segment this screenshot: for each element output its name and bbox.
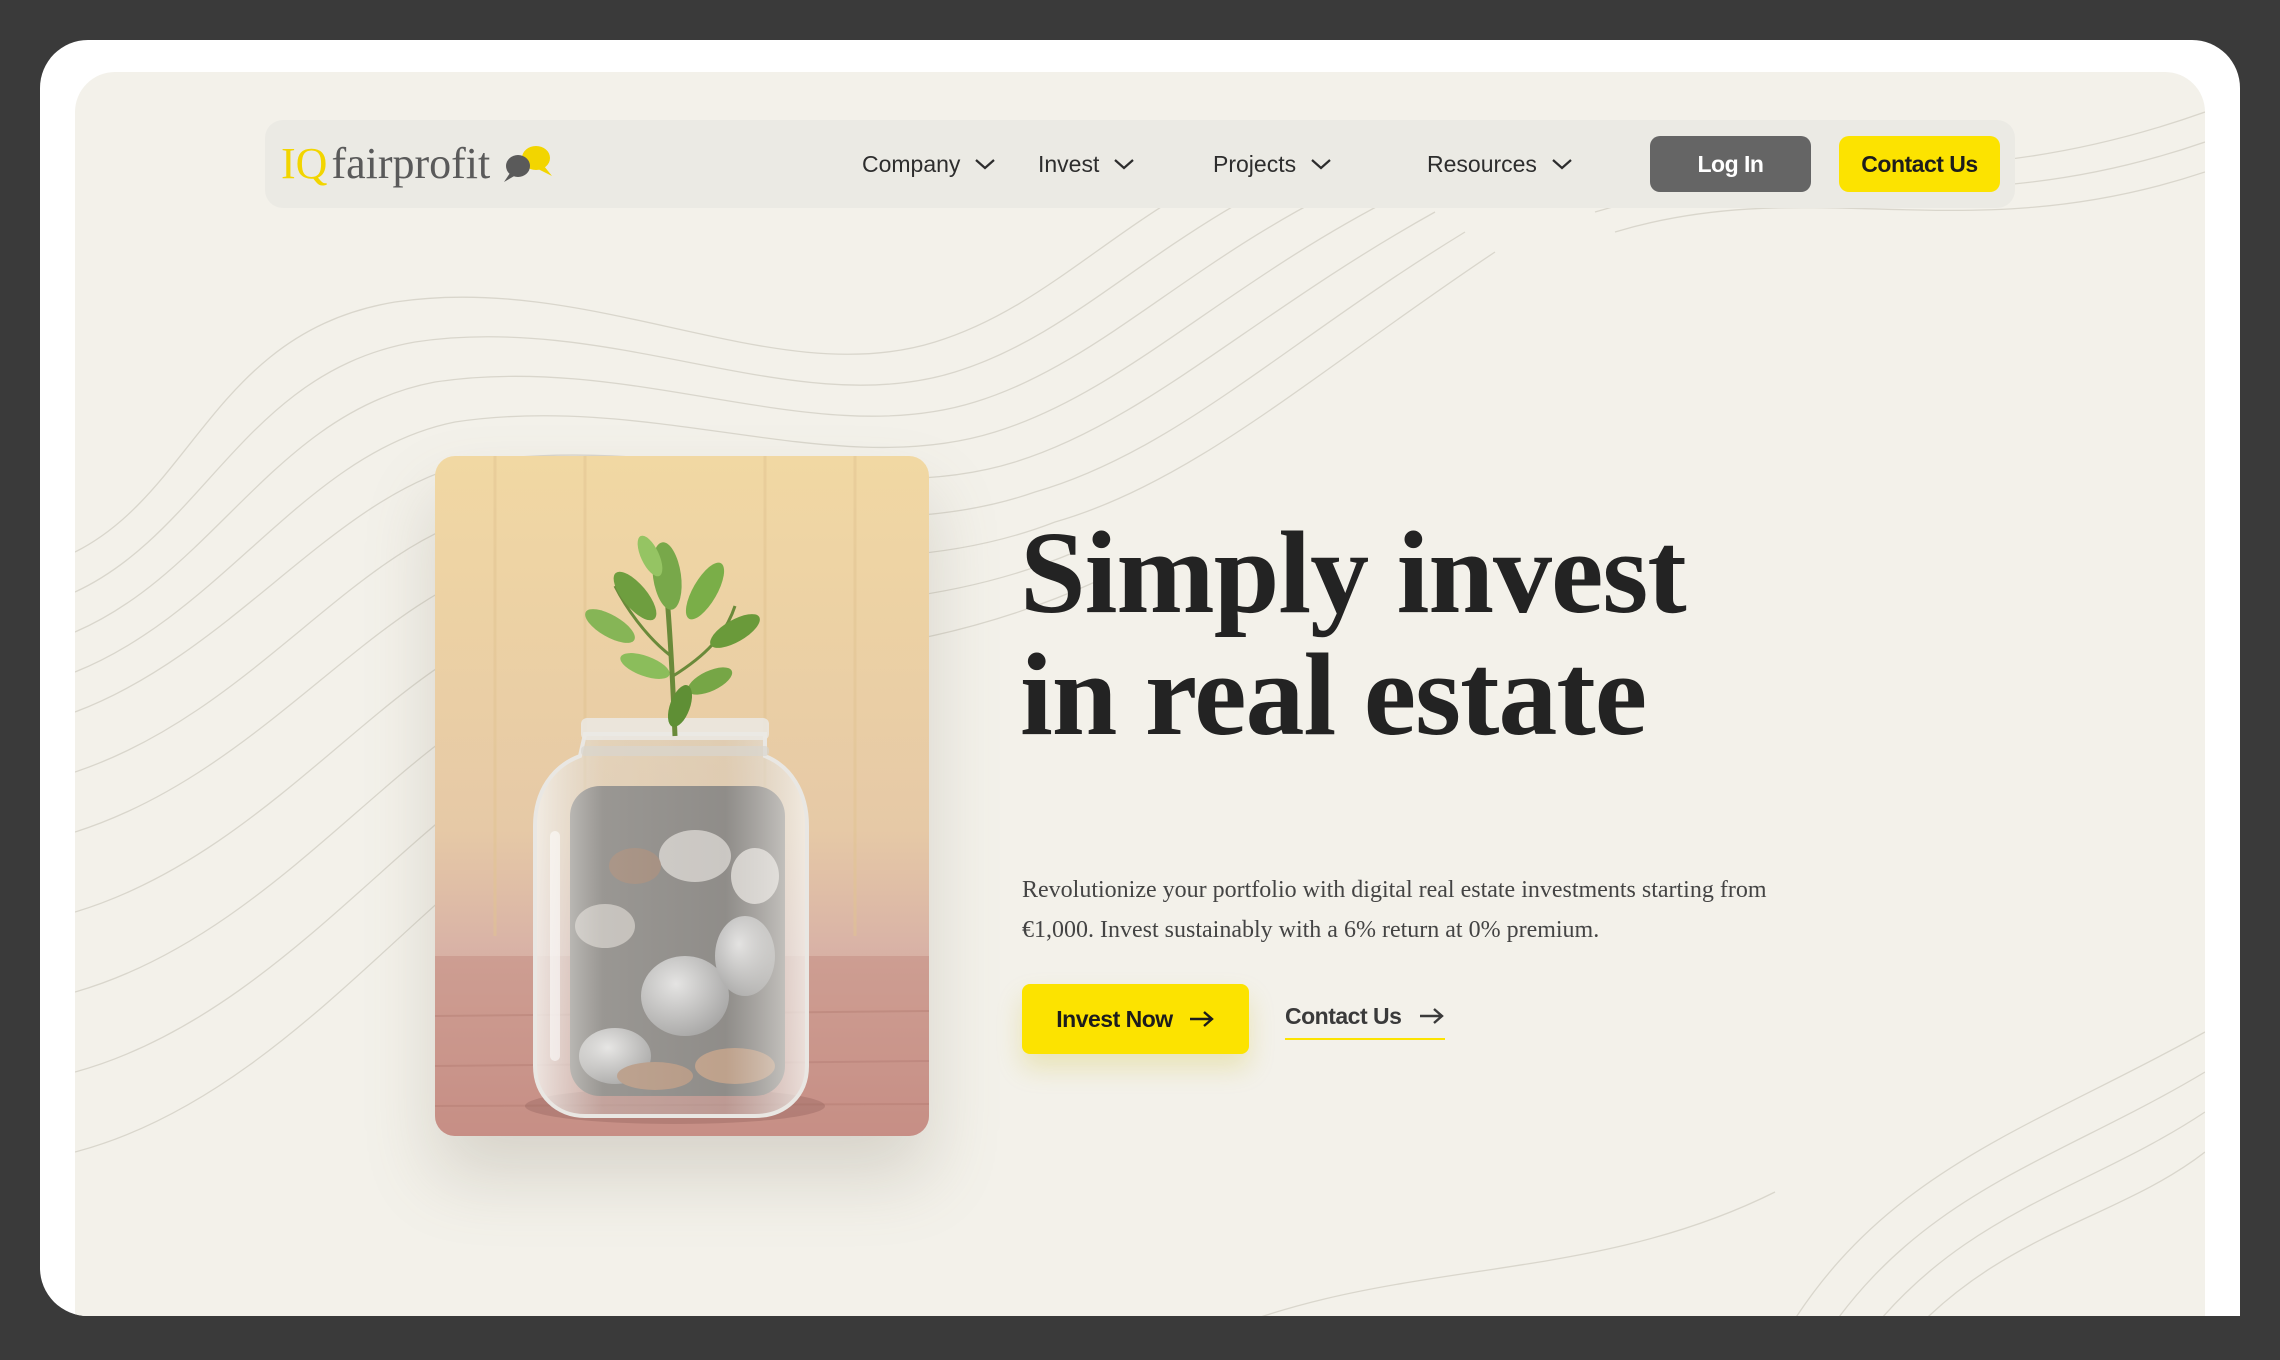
login-button[interactable]: Log In [1650,136,1811,192]
arrow-right-icon [1189,1011,1214,1027]
speech-bubbles-icon [504,146,553,182]
nav-contact-button[interactable]: Contact Us [1839,136,2000,192]
nav-resources-label: Resources [1427,150,1537,177]
nav-invest-label: Invest [1038,150,1100,177]
hero-contact-link[interactable]: Contact Us [1285,998,1446,1040]
invest-now-label: Invest Now [1056,1005,1173,1032]
browser-window: IQ fairprofit Company Invest Projects Re… [40,40,2240,1316]
nav-company-label: Company [862,150,961,177]
invest-now-button[interactable]: Invest Now [1022,984,1249,1054]
arrow-right-icon [1420,1008,1445,1024]
logo-name: fairprofit [331,139,491,188]
coin-jar-illustration [435,456,929,1136]
logo[interactable]: IQ fairprofit [281,138,556,190]
nav-company[interactable]: Company [862,146,996,182]
nav-resources[interactable]: Resources [1427,146,1573,182]
hero-headline-line-1: Simply invest [1020,507,1687,638]
nav-projects-label: Projects [1213,150,1297,177]
nav-projects[interactable]: Projects [1213,146,1332,182]
chevron-down-icon [1552,159,1572,170]
hero-subtext: Revolutionize your portfolio with digita… [1022,877,1767,943]
chevron-down-icon [1114,159,1135,170]
hero-section: IQ fairprofit Company Invest Projects Re… [75,72,2205,1316]
hero-contact-label: Contact Us [1285,1002,1402,1029]
hero-headline-line-2: in real estate [1020,629,1647,760]
nav-invest[interactable]: Invest [1038,146,1135,182]
hero-headline: Simply invest in real estate [1020,507,1687,760]
hero-image [435,456,929,1136]
logo-prefix: IQ [281,139,328,188]
chevron-down-icon [1311,159,1331,170]
chevron-down-icon [975,159,996,170]
top-navbar: IQ fairprofit Company Invest Projects Re… [265,120,2015,208]
